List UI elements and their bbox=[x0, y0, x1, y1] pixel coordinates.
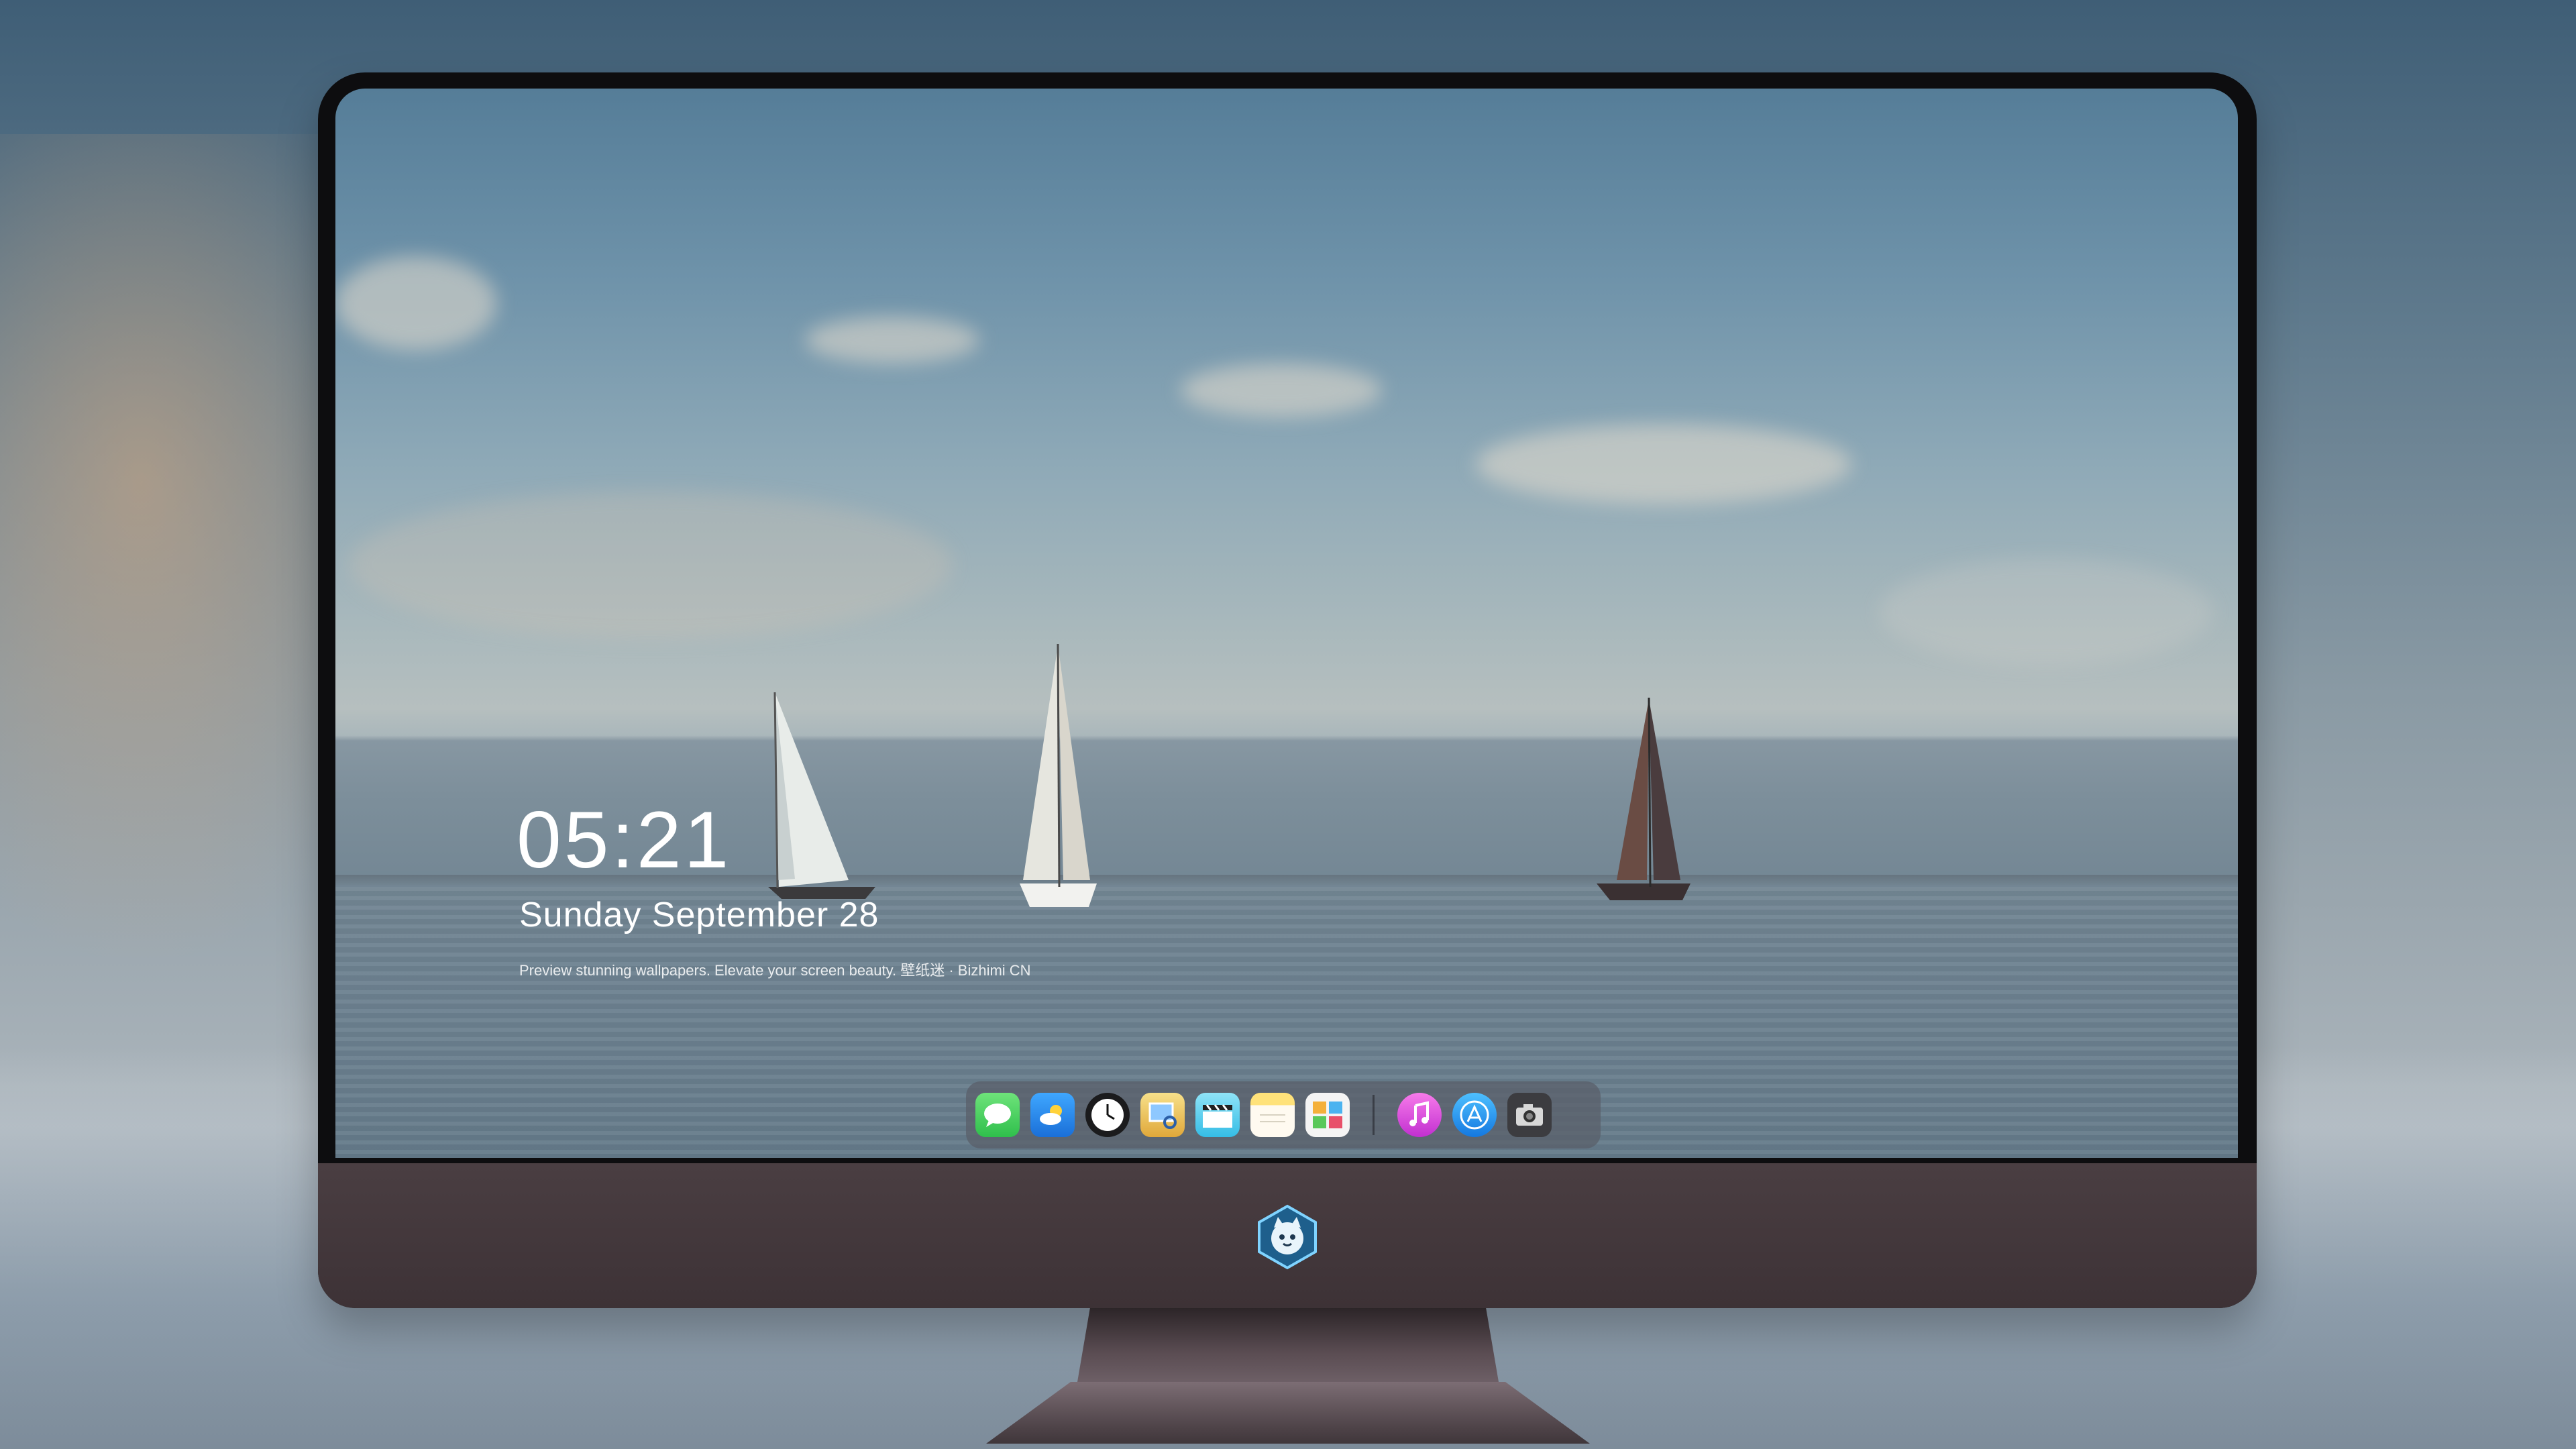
sailboat-right bbox=[1597, 697, 1690, 900]
preview-icon[interactable] bbox=[1140, 1093, 1185, 1137]
monitor: 05:21 Sunday September 28 Preview stunni… bbox=[318, 72, 2257, 1308]
monitor-stand-base bbox=[986, 1382, 1590, 1444]
messages-icon[interactable] bbox=[975, 1093, 1020, 1137]
cloud bbox=[1181, 364, 1382, 417]
dock-separator bbox=[1373, 1095, 1375, 1135]
photo-app-icon[interactable] bbox=[1305, 1093, 1350, 1137]
lockscreen-time: 05:21 bbox=[517, 795, 732, 885]
monitor-stand-neck bbox=[1077, 1308, 1499, 1382]
cloud bbox=[1476, 424, 1851, 504]
camera-icon[interactable] bbox=[1507, 1093, 1552, 1137]
desktop-screen: 05:21 Sunday September 28 Preview stunni… bbox=[335, 89, 2238, 1158]
wallpaper-caption: Preview stunning wallpapers. Elevate you… bbox=[519, 962, 1031, 979]
lockscreen-date: Sunday September 28 bbox=[519, 896, 879, 934]
sailboat-left bbox=[768, 692, 875, 899]
cloud bbox=[1878, 558, 2214, 665]
clock-icon[interactable] bbox=[1085, 1093, 1130, 1137]
cloud bbox=[349, 491, 953, 639]
cat-mascot-logo-icon bbox=[1258, 1204, 1317, 1270]
monitor-chin bbox=[318, 1163, 2257, 1308]
app-store-icon[interactable] bbox=[1452, 1093, 1497, 1137]
cloud bbox=[805, 317, 979, 364]
clapperboard-icon[interactable] bbox=[1195, 1093, 1240, 1137]
weather-icon[interactable] bbox=[1030, 1093, 1075, 1137]
music-icon[interactable] bbox=[1397, 1093, 1442, 1137]
sailboat-center bbox=[1020, 643, 1097, 907]
notes-icon[interactable] bbox=[1250, 1093, 1295, 1137]
dock bbox=[966, 1081, 1601, 1148]
cloud bbox=[335, 256, 496, 350]
